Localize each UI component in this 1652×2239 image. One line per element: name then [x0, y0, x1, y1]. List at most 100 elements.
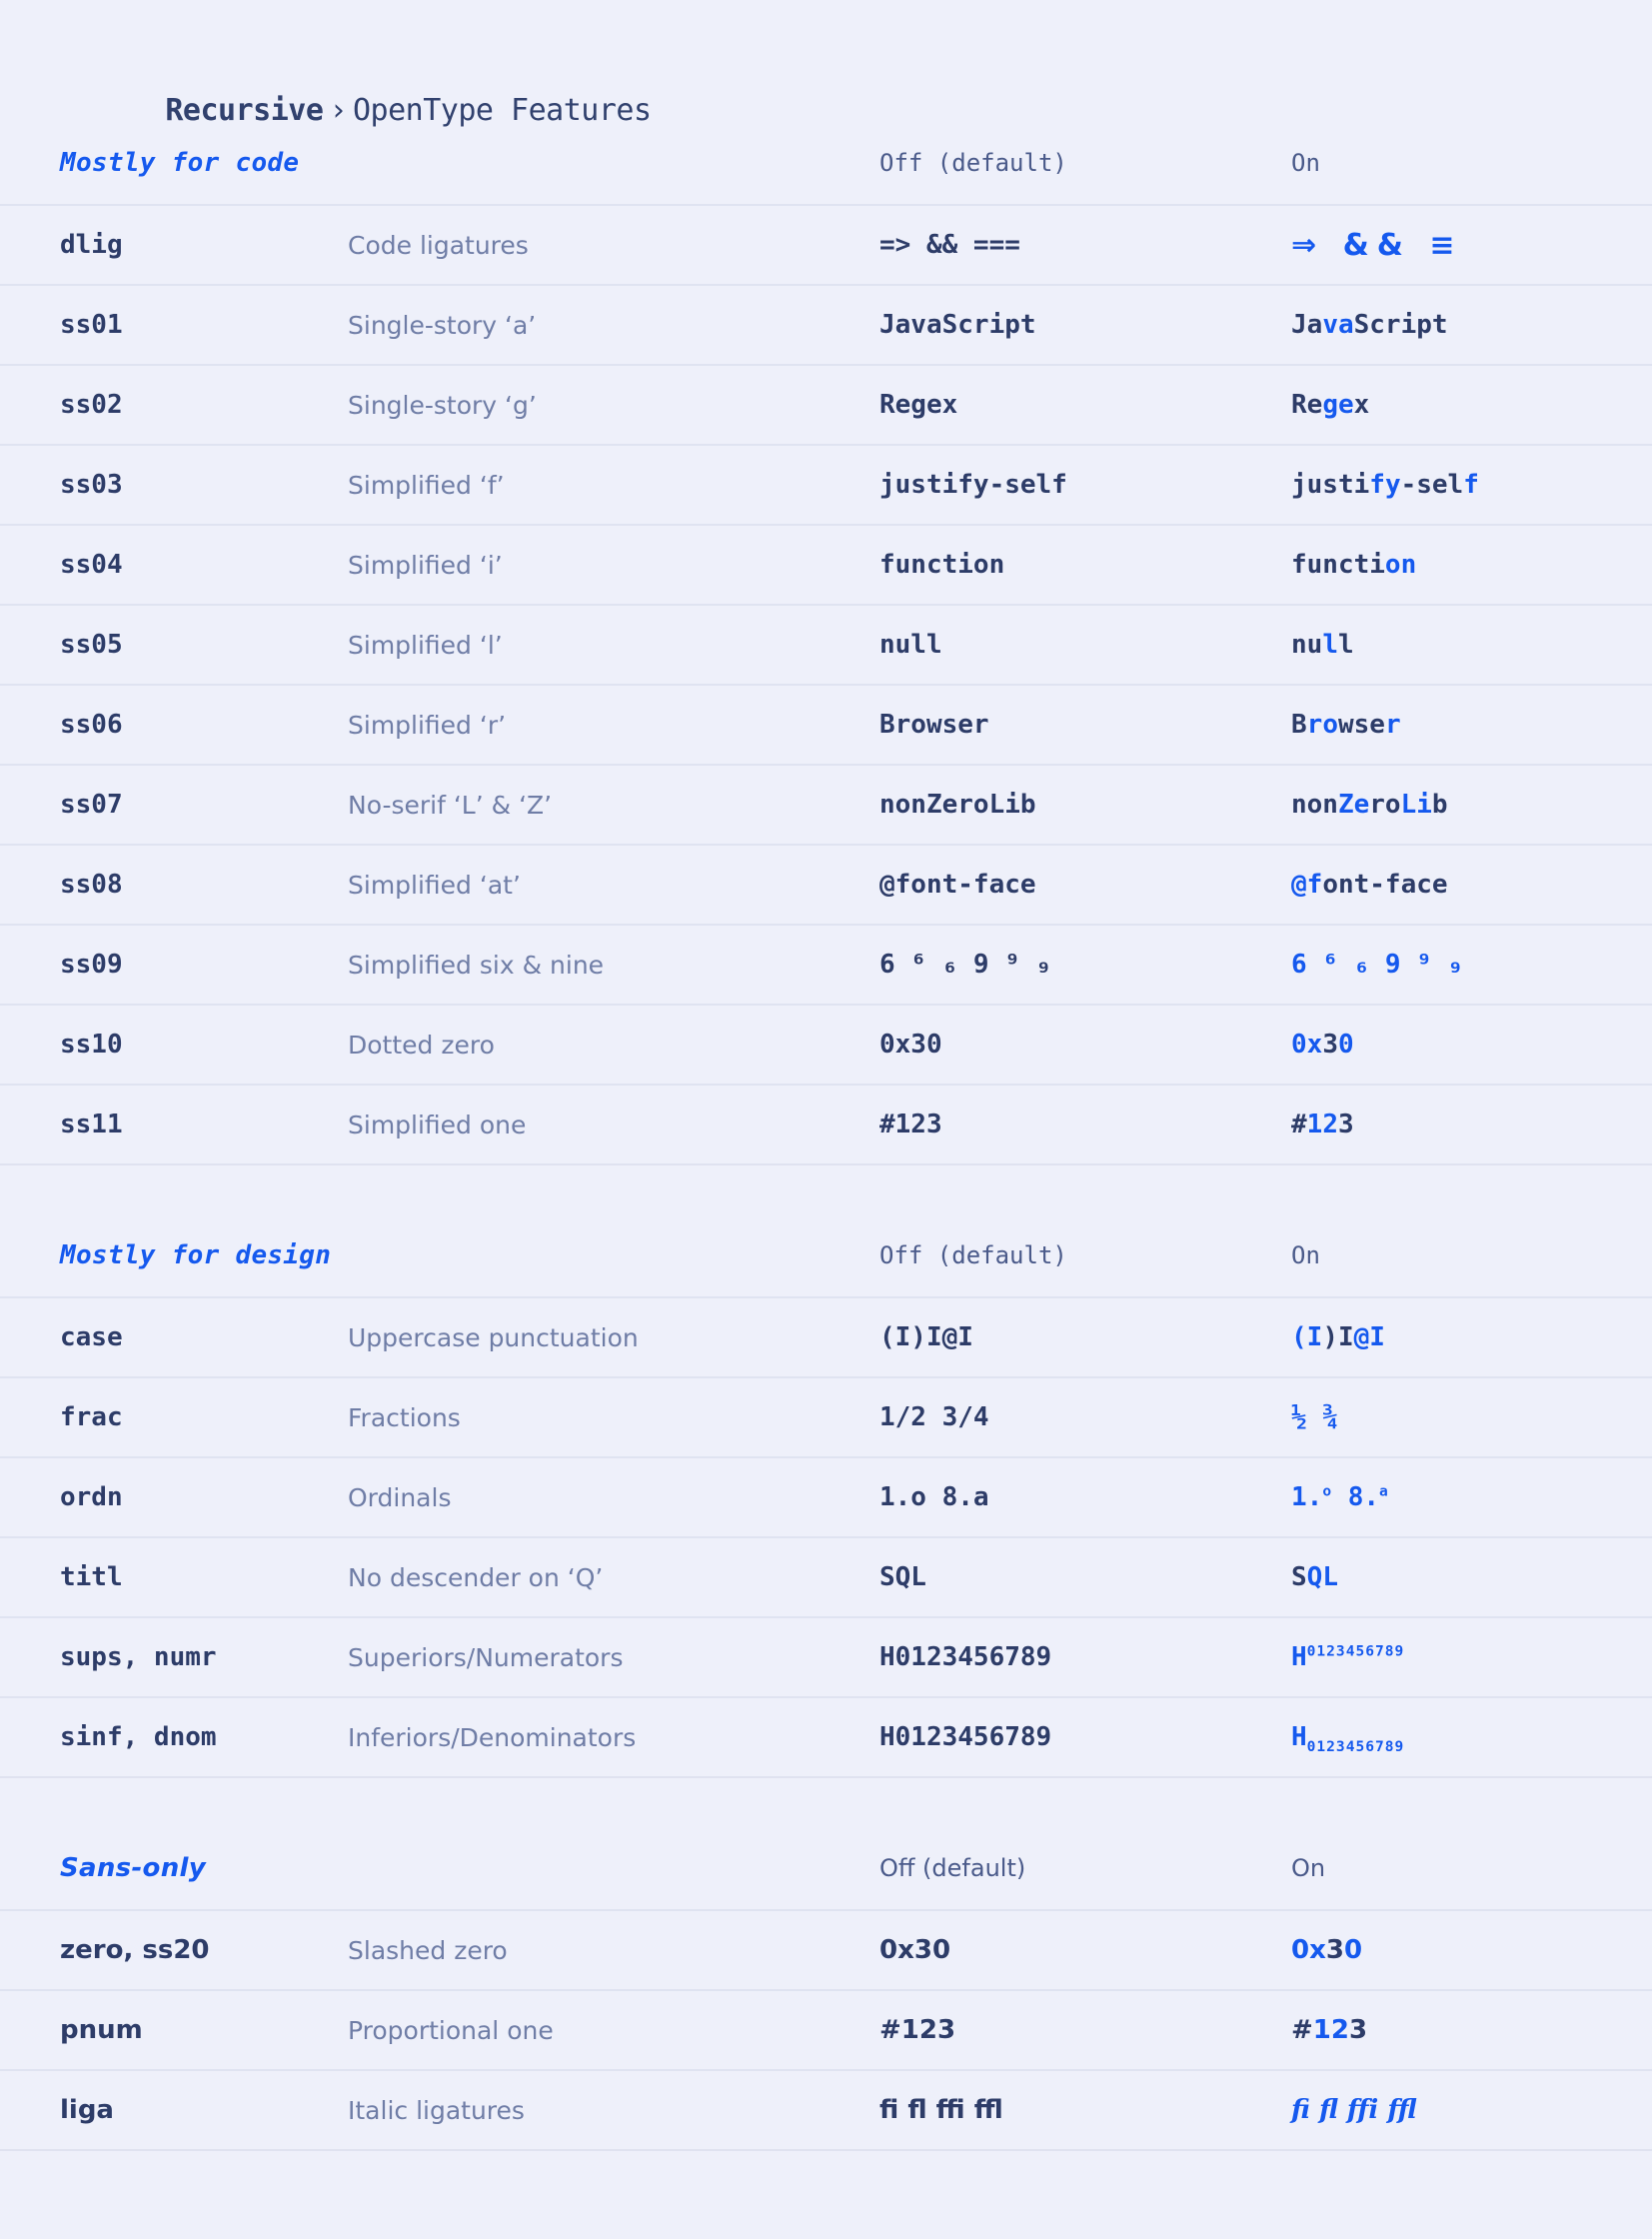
feature-tag[interactable]: ss06	[0, 684, 348, 765]
on-value-text: 6 ⁶ ₆ 9 ⁹ ₉	[1291, 950, 1464, 980]
column-header-off: Off (default)	[879, 130, 1291, 205]
feature-tag[interactable]: ss02	[0, 364, 348, 445]
feature-description: No descender on ‘Q’	[348, 1536, 879, 1617]
feature-tag[interactable]: sups, numr	[0, 1616, 348, 1697]
table-row[interactable]: ss03 Simplified ‘f’ justify-self justify-se…	[0, 444, 1652, 525]
feature-tag[interactable]: ss11	[0, 1084, 348, 1164]
feature-sample-on: H0123456789	[1291, 1696, 1652, 1777]
table-row[interactable]: sinf, dnom Inferiors/Denominators H0123456…	[0, 1696, 1652, 1777]
on-value-text: function	[1291, 550, 1417, 580]
breadcrumb-item-recursive[interactable]: Recursive	[165, 93, 324, 128]
table-row[interactable]: pnum Proportional one #123 #123	[0, 1989, 1652, 2070]
feature-sample-off: 6 ⁶ ₆ 9 ⁹ ₉	[879, 924, 1291, 1005]
on-value-text: JavaScript	[1291, 310, 1448, 340]
feature-sample-on: #123	[1291, 1084, 1652, 1164]
on-value-text: 0x30	[1291, 1030, 1354, 1060]
feature-sample-on: null	[1291, 604, 1652, 685]
feature-sample-off: 0x30	[879, 1909, 1291, 1990]
feature-sample-off: #123	[879, 1084, 1291, 1164]
feature-tag[interactable]: titl	[0, 1536, 348, 1617]
table-row[interactable]: ss06 Simplified ‘r’ Browser Browser	[0, 684, 1652, 765]
section-header-spacer	[348, 130, 879, 205]
table-row[interactable]: dlig Code ligatures => && === ⇒ && ≡	[0, 204, 1652, 285]
section-title: Mostly for code	[0, 130, 348, 205]
on-value-text: nonZeroLib	[1291, 790, 1448, 820]
on-value-text: #123	[1291, 1110, 1354, 1139]
feature-tag[interactable]: dlig	[0, 204, 348, 285]
table-row[interactable]: ss05 Simplified ‘l’ null null	[0, 604, 1652, 685]
feature-description: No-serif ‘L’ & ‘Z’	[348, 764, 879, 845]
table-row[interactable]: ordn Ordinals 1.o 8.a 1.o 8.a	[0, 1456, 1652, 1537]
feature-tag[interactable]: ss03	[0, 444, 348, 525]
feature-description: Simplified ‘r’	[348, 684, 879, 765]
table-row[interactable]: ss04 Simplified ‘i’ function function	[0, 524, 1652, 605]
table-row[interactable]: ss11 Simplified one #123 #123	[0, 1084, 1652, 1164]
table-row[interactable]: ss02 Single-story ‘g’ Regex Regex	[0, 364, 1652, 445]
opentype-features-page: Recursive › OpenType Features Mostly for c…	[0, 0, 1652, 2239]
feature-tag[interactable]: ss08	[0, 844, 348, 925]
feature-tag[interactable]: ss09	[0, 924, 348, 1005]
on-value-text: 0x30	[1291, 1935, 1363, 1965]
on-value-text: SQL	[1291, 1562, 1338, 1592]
feature-sample-off: justify-self	[879, 444, 1291, 525]
breadcrumb-item-opentype-features: OpenType Features	[353, 93, 652, 128]
feature-tag[interactable]: ss07	[0, 764, 348, 845]
feature-sample-on: JavaScript	[1291, 284, 1652, 365]
feature-tag[interactable]: pnum	[0, 1989, 348, 2070]
feature-sample-on: 0x30	[1291, 1909, 1652, 1990]
table-row[interactable]: liga Italic ligatures fi fl ffi ffl fi fl f…	[0, 2069, 1652, 2150]
feature-sample-on: nonZeroLib	[1291, 764, 1652, 845]
feature-sample-off: 0x30	[879, 1004, 1291, 1085]
breadcrumb-separator-icon: ›	[329, 93, 347, 128]
feature-description: Italic ligatures	[348, 2069, 879, 2150]
feature-tag[interactable]: ss05	[0, 604, 348, 685]
on-value-text: (I)I@I	[1291, 1322, 1385, 1352]
feature-tag[interactable]: sinf, dnom	[0, 1696, 348, 1777]
feature-sample-on: (I)I@I	[1291, 1296, 1652, 1377]
column-header-off: Off (default)	[879, 1222, 1291, 1297]
feature-sample-off: Regex	[879, 364, 1291, 445]
feature-tag[interactable]: frac	[0, 1376, 348, 1457]
table-row[interactable]: titl No descender on ‘Q’ SQL SQL	[0, 1536, 1652, 1617]
section-header-spacer	[348, 1222, 879, 1297]
on-value-text: #123	[1291, 2015, 1368, 2045]
feature-tag[interactable]: ss01	[0, 284, 348, 365]
on-value-text: H0123456789	[1291, 1642, 1405, 1672]
feature-tag[interactable]: liga	[0, 2069, 348, 2150]
feature-sample-on: justify-self	[1291, 444, 1652, 525]
feature-tag[interactable]: ordn	[0, 1456, 348, 1537]
table-row[interactable]: frac Fractions 1/2 3/4 ½ ¾	[0, 1376, 1652, 1457]
table-row[interactable]: ss09 Simplified six & nine 6 ⁶ ₆ 9 ⁹ ₉6 ⁶ …	[0, 924, 1652, 1005]
tail-cell	[0, 2150, 1652, 2236]
feature-description: Simplified ‘at’	[348, 844, 879, 925]
on-value-text: 1.o 8.a	[1291, 1482, 1389, 1512]
table-row[interactable]: ss01 Single-story ‘a’ JavaScript JavaScript	[0, 284, 1652, 365]
column-header-off: Off (default)	[879, 1835, 1291, 1910]
on-value-text: Browser	[1291, 710, 1401, 740]
feature-sample-on: ⇒ && ≡	[1291, 204, 1652, 285]
feature-sample-on: function	[1291, 524, 1652, 605]
table-row[interactable]: ss07 No-serif ‘L’ & ‘Z’ nonZeroLib nonZeroL…	[0, 764, 1652, 845]
table-row[interactable]: case Uppercase punctuation (I)I@I (I)I@I	[0, 1296, 1652, 1377]
feature-sample-off: @font-face	[879, 844, 1291, 925]
spacer-cell	[0, 1164, 1652, 1222]
section-spacer	[0, 1777, 1652, 1835]
on-value-text: Regex	[1291, 390, 1370, 420]
table-row[interactable]: ss10 Dotted zero 0x30 0x30	[0, 1004, 1652, 1085]
feature-tag[interactable]: zero, ss20	[0, 1909, 348, 1990]
spacer-cell	[0, 1777, 1652, 1835]
table-row[interactable]: ss08 Simplified ‘at’ @font-face @font-face	[0, 844, 1652, 925]
feature-description: Single-story ‘g’	[348, 364, 879, 445]
feature-sample-off: Browser	[879, 684, 1291, 765]
on-value-text: @font-face	[1291, 870, 1448, 900]
section-header-row: Mostly for code Off (default) On	[0, 130, 1652, 205]
feature-tag[interactable]: case	[0, 1296, 348, 1377]
feature-tag[interactable]: ss04	[0, 524, 348, 605]
section-title: Sans-only	[0, 1835, 348, 1910]
table-row[interactable]: zero, ss20 Slashed zero 0x30 0x30	[0, 1909, 1652, 1990]
feature-sample-on: H0123456789	[1291, 1616, 1652, 1697]
feature-sample-off: H0123456789	[879, 1696, 1291, 1777]
table-row[interactable]: sups, numr Superiors/Numerators H012345678…	[0, 1616, 1652, 1697]
feature-tag[interactable]: ss10	[0, 1004, 348, 1085]
feature-sample-on: Browser	[1291, 684, 1652, 765]
